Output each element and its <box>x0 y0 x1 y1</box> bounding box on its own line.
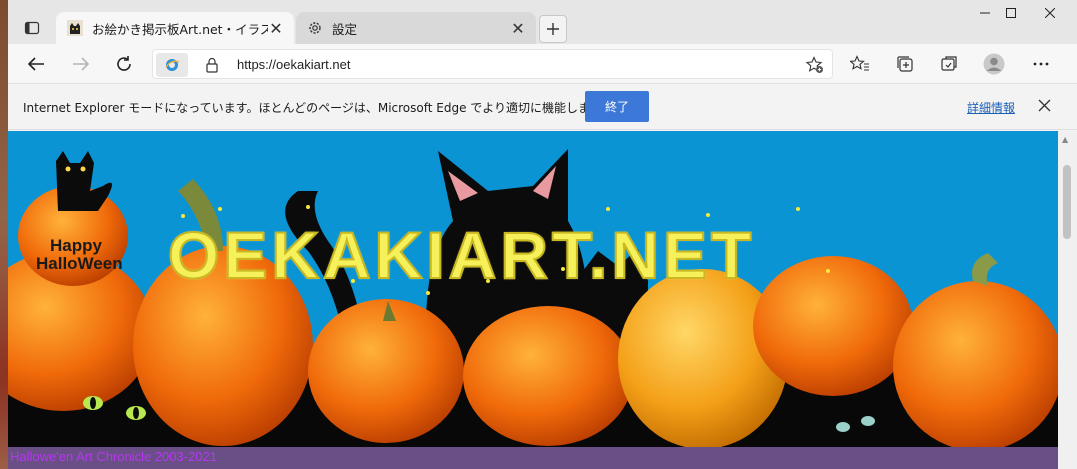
plus-icon <box>547 23 559 35</box>
screen-capture-icon <box>941 56 957 71</box>
tab-settings[interactable]: 設定 ✕ <box>296 12 536 44</box>
settings-more-button[interactable] <box>1026 50 1056 78</box>
forward-button[interactable] <box>66 50 96 78</box>
back-arrow-icon <box>27 57 44 71</box>
ie-mode-indicator[interactable] <box>156 53 188 77</box>
minimize-icon <box>980 12 990 14</box>
ie-logo-icon <box>165 59 180 71</box>
tab-title: お絵かき掲示板Art.net・イラスト投稿 <box>92 21 268 37</box>
cat-favicon-icon <box>66 19 84 37</box>
collections-icon <box>897 56 913 72</box>
gear-icon <box>306 19 324 37</box>
window-close-button[interactable] <box>1030 0 1070 26</box>
more-dots-icon <box>1033 62 1049 66</box>
favorites-star-list-icon <box>850 55 869 71</box>
infobar-close-button[interactable] <box>1034 95 1054 115</box>
tab-strip: お絵かき掲示板Art.net・イラスト投稿 ✕ 設定 ✕ <box>8 0 1077 44</box>
close-icon <box>1045 8 1055 18</box>
profile-button[interactable] <box>979 50 1009 78</box>
caption-bar: Hallowe'en Art Chronicle 2003-2021 <box>8 447 1058 469</box>
tab-actions-menu-button[interactable] <box>18 14 46 42</box>
star-plus-icon <box>806 56 823 73</box>
close-icon <box>1038 99 1050 111</box>
scroll-thumb[interactable] <box>1063 165 1071 239</box>
badge-line-2: HalloWeen <box>36 253 123 273</box>
tab-actions-icon <box>24 21 40 35</box>
tab-title: 設定 <box>332 21 358 37</box>
site-logo-text: OEKAKIART.NET <box>167 217 756 293</box>
refresh-button[interactable] <box>109 50 139 78</box>
tab-close-icon[interactable]: ✕ <box>510 19 526 38</box>
lock-icon[interactable] <box>205 57 219 73</box>
refresh-icon <box>117 56 131 71</box>
forward-arrow-icon <box>73 57 90 71</box>
collections-button[interactable] <box>890 50 920 78</box>
happy-halloween-badge: Happy HalloWeen <box>36 236 123 273</box>
favorites-button[interactable] <box>845 50 875 78</box>
infobar-message: Internet Explorer モードになっています。ほとんどのページは、M… <box>23 101 613 115</box>
page-caption: Hallowe'en Art Chronicle 2003-2021 <box>10 449 217 464</box>
scroll-up-arrow-icon[interactable]: ▲ <box>1062 135 1068 144</box>
badge-line-1: Happy <box>50 236 102 255</box>
address-bar[interactable]: https://oekakiart.net <box>152 49 833 79</box>
new-tab-button[interactable] <box>539 15 567 43</box>
exit-ie-mode-button[interactable]: 終了 <box>585 91 649 122</box>
learn-more-link[interactable]: 詳細情報 <box>967 99 1015 116</box>
tab-oekakiart[interactable]: お絵かき掲示板Art.net・イラスト投稿 ✕ <box>56 12 294 44</box>
extensions-button[interactable] <box>934 50 964 78</box>
tab-close-icon[interactable]: ✕ <box>268 19 284 38</box>
back-button[interactable] <box>21 50 51 78</box>
avatar-icon <box>983 53 1005 75</box>
browser-window: お絵かき掲示板Art.net・イラスト投稿 ✕ 設定 ✕ <box>8 0 1077 469</box>
maximize-icon <box>1006 8 1016 18</box>
page-scrollbar[interactable]: ▲ <box>1058 131 1077 469</box>
maximize-button[interactable] <box>991 0 1031 26</box>
add-favorite-button[interactable] <box>804 54 826 76</box>
ie-mode-infobar: Internet Explorer モードになっています。ほとんどのページは、M… <box>8 84 1077 130</box>
navigation-toolbar: https://oekakiart.net <box>8 44 1077 84</box>
page-content: OEKAKIART.NET Happy HalloWeen Hallowe'en… <box>8 131 1058 469</box>
address-url: https://oekakiart.net <box>237 57 351 72</box>
